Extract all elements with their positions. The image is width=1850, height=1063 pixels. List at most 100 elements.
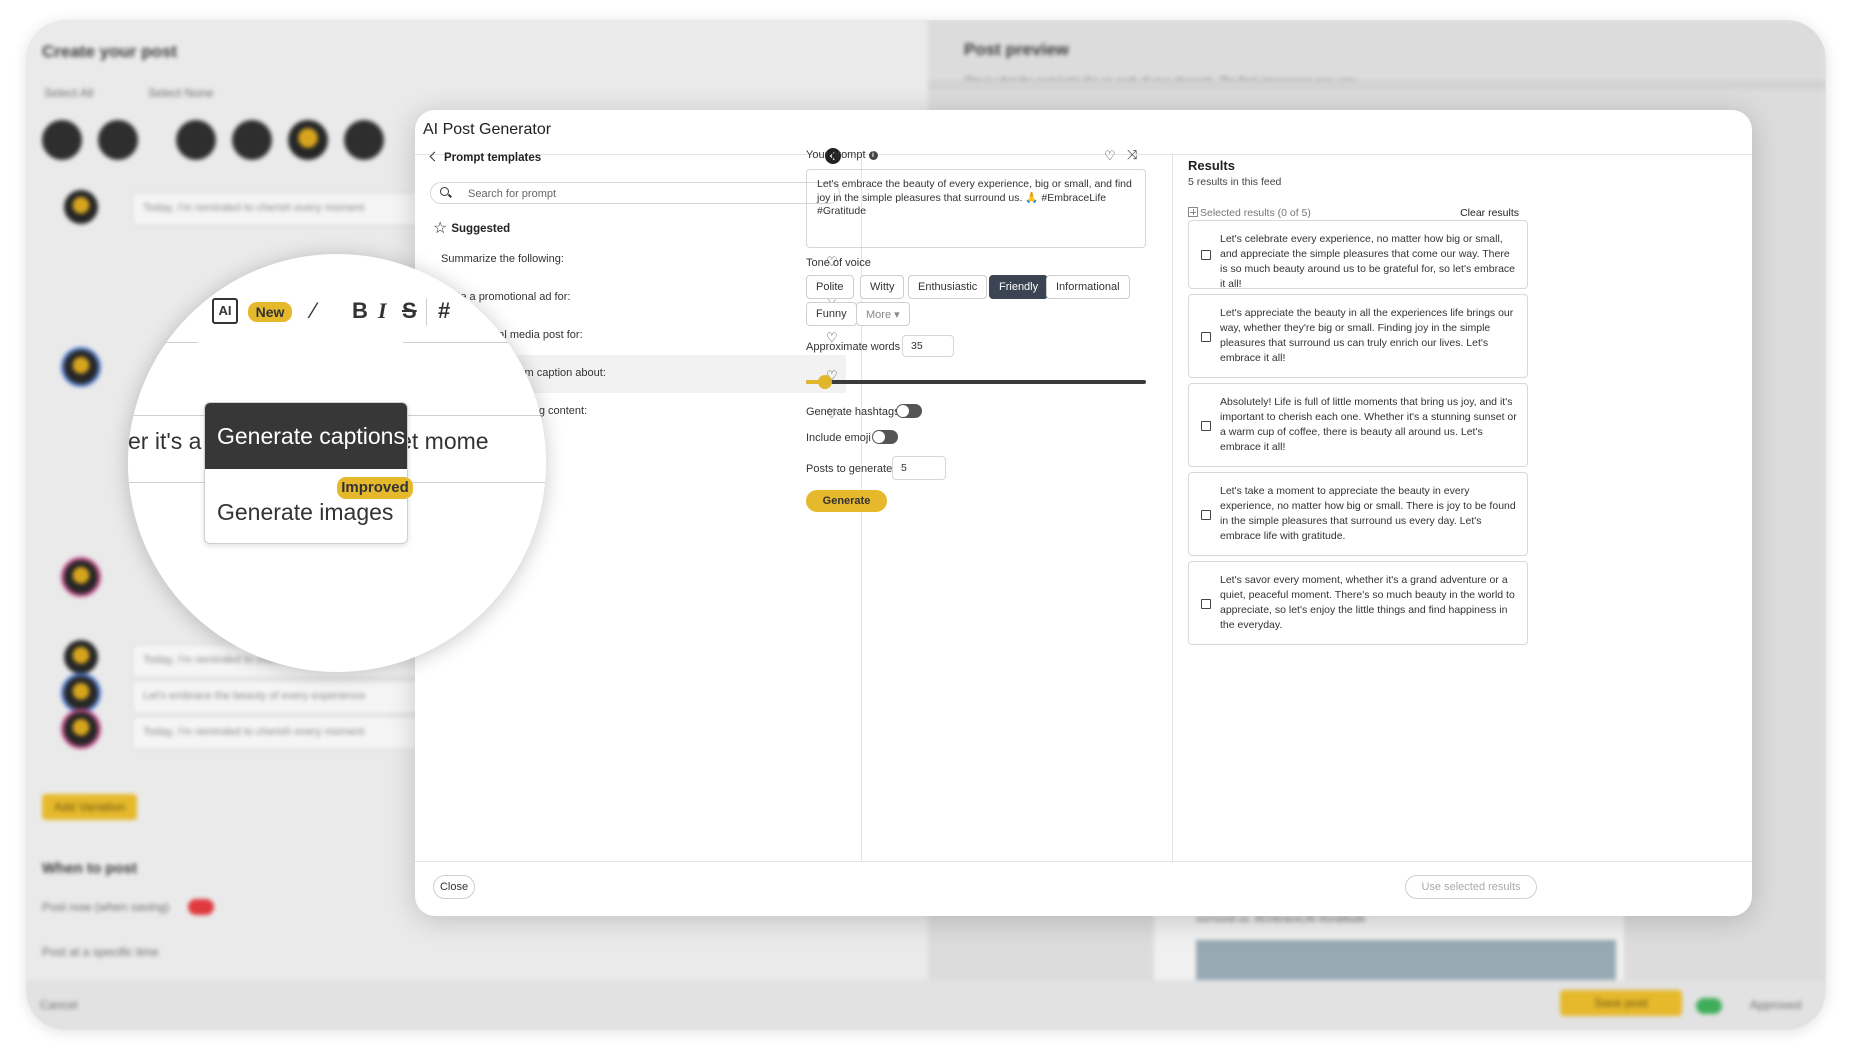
results-title: Results — [1188, 158, 1235, 173]
avatar — [64, 560, 98, 594]
shuffle-icon[interactable]: ⤨ — [1127, 148, 1137, 161]
tone-more-dropdown[interactable]: More ▾ — [856, 302, 910, 326]
strikethrough-icon[interactable]: S — [402, 298, 417, 324]
magic-wand-icon[interactable]: ⁄ — [312, 298, 316, 324]
channel-avatar[interactable] — [42, 120, 82, 160]
use-selected-results-button[interactable]: Use selected results — [1405, 875, 1537, 899]
selected-results-toggle[interactable]: Selected results (0 of 5) — [1188, 207, 1311, 219]
result-card[interactable]: Let's appreciate the beauty in all the e… — [1188, 294, 1528, 378]
post-now-label: Post now (when saving) — [42, 900, 170, 914]
channel-avatar[interactable] — [176, 120, 216, 160]
chevron-left-icon — [429, 151, 440, 162]
search-icon — [440, 187, 449, 196]
info-icon[interactable]: i — [868, 151, 878, 160]
approved-toggle[interactable] — [1696, 998, 1722, 1014]
result-card[interactable]: Let's savor every moment, whether it's a… — [1188, 561, 1528, 645]
result-checkbox[interactable] — [1201, 421, 1211, 431]
result-checkbox[interactable] — [1201, 250, 1211, 260]
post-now-toggle[interactable] — [188, 899, 214, 915]
tone-chip-enthusiastic[interactable]: Enthusiastic — [908, 275, 988, 299]
tone-chip-polite[interactable]: Polite — [806, 275, 854, 299]
prompt-textarea[interactable]: Let's embrace the beauty of every experi… — [806, 169, 1146, 248]
words-slider-track[interactable] — [806, 380, 1146, 384]
when-to-post-title: When to post — [42, 860, 137, 877]
caption-input[interactable]: Today, I'm reminded to cherish every mom… — [132, 716, 432, 750]
avatar — [64, 350, 98, 384]
bold-icon[interactable]: B — [352, 298, 368, 324]
approx-words-input[interactable]: 35 — [902, 335, 954, 357]
post-preview-title: Post preview — [964, 40, 1069, 59]
suggested-heading: ☆ Suggested — [433, 217, 510, 237]
cancel-button[interactable]: Cancel — [40, 998, 77, 1012]
save-post-button[interactable]: Save post — [1560, 990, 1682, 1016]
generate-captions-label: Generate captions — [217, 423, 405, 449]
add-variation-button[interactable]: Add Variation — [42, 794, 138, 820]
select-none-link[interactable]: Select None — [148, 86, 213, 100]
select-all-results-icon — [1188, 207, 1198, 217]
preview-image — [1196, 940, 1616, 980]
menu-item-generate-images[interactable]: Generate images — [217, 499, 393, 526]
generate-button[interactable]: Generate — [806, 490, 887, 512]
divider — [128, 342, 198, 343]
include-emoji-toggle[interactable] — [872, 430, 898, 444]
column-divider — [1172, 154, 1173, 862]
close-button[interactable]: Close — [433, 875, 475, 899]
prompt-search-input[interactable] — [466, 185, 820, 203]
caption-snippet-left: er it's a — [128, 428, 202, 454]
modal-footer: Close Use selected results — [415, 861, 1752, 916]
channel-avatar[interactable] — [288, 120, 328, 160]
result-text: Let's take a moment to appreciate the be… — [1220, 485, 1516, 542]
star-icon: ☆ — [433, 220, 448, 237]
result-card[interactable]: Absolutely! Life is full of little momen… — [1188, 383, 1528, 467]
tone-chip-friendly[interactable]: Friendly — [989, 275, 1049, 299]
your-prompt-label: Your prompt i — [806, 149, 878, 161]
result-text: Absolutely! Life is full of little momen… — [1220, 396, 1517, 453]
channel-avatar[interactable] — [344, 120, 384, 160]
caption-input[interactable]: Let's embrace the beauty of every experi… — [132, 680, 432, 714]
post-specific-label: Post at a specific time — [42, 945, 159, 959]
tone-chip-funny[interactable]: Funny — [806, 302, 857, 326]
your-prompt-text: Your prompt — [806, 149, 866, 161]
template-item[interactable]: Write a promotional ad for: — [425, 279, 846, 317]
toolbar-divider — [426, 298, 427, 326]
channel-avatar[interactable] — [98, 120, 138, 160]
result-text: Let's savor every moment, whether it's a… — [1220, 574, 1515, 631]
include-emoji-label: Include emoji — [806, 432, 871, 444]
improved-badge: Improved — [337, 477, 413, 499]
caption-snippet-right: iet mome — [394, 428, 489, 454]
avatar — [64, 190, 98, 224]
results-subtitle: 5 results in this feed — [1188, 176, 1282, 188]
channel-avatar[interactable] — [232, 120, 272, 160]
avatar — [64, 640, 98, 674]
generate-hashtags-toggle[interactable] — [896, 404, 922, 418]
hashtag-icon[interactable]: # — [438, 298, 450, 324]
result-card[interactable]: Let's take a moment to appreciate the be… — [1188, 472, 1528, 556]
prompt-search — [430, 182, 840, 204]
result-checkbox[interactable] — [1201, 510, 1211, 520]
ai-dropdown-menu: Generate captions Improved Generate imag… — [204, 402, 413, 544]
avatar — [64, 712, 98, 746]
modal-title: AI Post Generator — [423, 121, 552, 138]
modal-header: AI Post Generator — [415, 110, 1752, 155]
caption-input[interactable]: Today, I'm reminded to cherish every mom… — [132, 192, 432, 226]
result-checkbox[interactable] — [1201, 332, 1211, 342]
tone-chip-witty[interactable]: Witty — [860, 275, 905, 299]
result-text: Let's celebrate every experience, no mat… — [1220, 233, 1515, 290]
ai-post-generator-modal: AI Post Generator Prompt templates ☆Sugg… — [415, 110, 1752, 916]
result-checkbox[interactable] — [1201, 599, 1211, 609]
select-all-link[interactable]: Select All — [44, 86, 93, 100]
clear-results-button[interactable]: Clear results — [1415, 207, 1519, 219]
new-badge: New — [248, 302, 292, 322]
posts-to-generate-input[interactable]: 5 — [892, 456, 946, 480]
prompt-templates-back-button[interactable]: Prompt templates — [429, 151, 541, 164]
result-card[interactable]: Let's celebrate every experience, no mat… — [1188, 220, 1528, 290]
italic-icon[interactable]: I — [378, 298, 387, 324]
favorite-prompt-icon[interactable]: ♡ — [1104, 149, 1116, 162]
generate-hashtags-label: Generate hashtags — [806, 406, 900, 418]
result-text: Let's appreciate the beauty in all the e… — [1220, 307, 1514, 364]
template-item[interactable]: Summarize the following: — [425, 241, 846, 279]
tone-chip-informational[interactable]: Informational — [1046, 275, 1130, 299]
words-slider-handle[interactable] — [818, 375, 832, 389]
ai-chip-icon[interactable]: AI — [212, 298, 238, 324]
divider — [403, 342, 546, 343]
